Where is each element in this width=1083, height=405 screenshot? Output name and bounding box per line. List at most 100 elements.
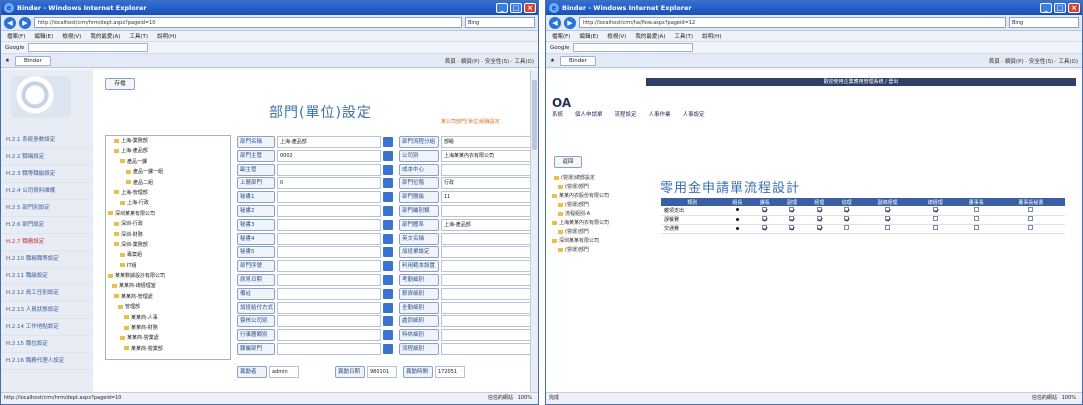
form-field-input[interactable] (277, 246, 381, 259)
form-field-input[interactable] (277, 163, 381, 176)
maximize-button[interactable]: □ (1054, 3, 1066, 13)
form-field-input[interactable] (441, 260, 537, 273)
picker-button[interactable] (383, 150, 393, 161)
tree-node[interactable]: 上海-行政 (106, 198, 230, 208)
form-field-label[interactable]: 隸屬部門 (237, 343, 275, 355)
close-button[interactable]: × (1068, 3, 1080, 13)
form-field-input[interactable]: 0002 (277, 149, 381, 162)
form-field-label[interactable]: 秘書1 (237, 191, 275, 204)
top-menu-item[interactable]: 流程設定 (615, 110, 637, 118)
picker-button[interactable] (383, 233, 393, 244)
form-field-label[interactable]: 秘書3 (237, 218, 275, 231)
tree-node[interactable]: (營運)部門 (550, 246, 644, 255)
approval-checkbox[interactable] (1028, 216, 1034, 221)
form-field-label[interactable]: 上層部門 (237, 177, 275, 190)
picker-button[interactable] (383, 192, 393, 203)
tree-node[interactable]: (營運)總部設定 (550, 174, 644, 183)
form-field-input[interactable]: 上海-產品部 (441, 218, 537, 231)
tree-node[interactable]: 某某商-營業部 (106, 344, 230, 354)
menu-favorites[interactable]: 我的最愛(A) (90, 32, 120, 40)
form-field-input[interactable] (277, 274, 381, 286)
form-field-label[interactable]: 行事曆類別 (237, 329, 275, 342)
form-field-label[interactable]: 部門層級 (399, 191, 439, 204)
right-search-input[interactable]: Bing (1009, 17, 1079, 28)
approval-checkbox[interactable] (932, 216, 938, 221)
form-field-input[interactable]: 上海某某內衣有限公司 (441, 149, 537, 162)
favorites-star-icon[interactable]: ★ (5, 58, 10, 64)
sidebar-menu-item[interactable]: H.2.3 職等職級設定 (1, 166, 93, 183)
form-field-input[interactable] (277, 315, 381, 328)
picker-button[interactable] (383, 330, 393, 341)
form-field-label[interactable]: 部門位階 (399, 177, 439, 190)
form-field-input[interactable]: 0 (277, 177, 381, 190)
form-field-input[interactable] (441, 287, 537, 300)
form-field-input[interactable] (441, 163, 537, 176)
tree-node[interactable]: 某某商-財務 (106, 323, 230, 333)
tree-node[interactable]: (營運)部門 (550, 183, 644, 192)
form-field-input[interactable]: 11 (441, 191, 537, 204)
form-field-label[interactable]: 副主管 (237, 163, 275, 176)
approval-checkbox[interactable] (885, 206, 891, 212)
sidebar-menu-item[interactable]: H.2.12 員工任別設定 (1, 285, 93, 302)
tree-node[interactable]: 某某數據設計有限公司 (106, 271, 230, 281)
minimize-button[interactable]: _ (1040, 3, 1052, 13)
menu-file[interactable]: 檔案(F) (552, 32, 570, 40)
sidebar-menu-item[interactable]: H.2.13 人員狀態設定 (1, 302, 93, 319)
back-arrow-icon[interactable]: ◀ (4, 16, 16, 29)
picker-button[interactable] (383, 344, 393, 354)
form-field-input[interactable] (441, 246, 537, 259)
back-arrow-icon[interactable]: ◀ (549, 16, 561, 29)
form-field-label[interactable]: 公司別 (399, 149, 439, 162)
approval-checkbox[interactable] (973, 206, 979, 212)
approval-checkbox[interactable] (885, 216, 891, 221)
form-field-input[interactable] (277, 232, 381, 245)
menu-help[interactable]: 說明(H) (702, 32, 721, 40)
form-field-input[interactable] (277, 287, 381, 300)
approval-checkbox[interactable] (844, 216, 850, 221)
tree-node[interactable]: 某某商-總經理室 (106, 281, 230, 291)
approval-checkbox[interactable] (885, 225, 891, 230)
tree-node[interactable]: 上海-業務部 (106, 136, 230, 146)
picker-button[interactable] (383, 219, 393, 230)
left-zoom[interactable]: 100% (518, 395, 532, 401)
form-field-label[interactable]: 部門體系 (399, 218, 439, 231)
approval-checkbox[interactable] (762, 216, 768, 221)
right-tab-tools[interactable]: 首頁 · 網頁(P) · 安全性(S) · 工具(O) (989, 57, 1078, 65)
approval-checkbox[interactable] (932, 206, 938, 212)
picker-button[interactable] (383, 288, 393, 299)
sidebar-menu-item[interactable]: H.2.6 部門設定 (1, 217, 93, 234)
form-field-label[interactable]: 流程細別 (399, 343, 439, 355)
approval-checkbox[interactable] (762, 206, 768, 212)
form-field-input[interactable] (441, 315, 537, 328)
form-field-input[interactable] (441, 301, 537, 314)
tree-node[interactable]: 深圳某某有限公司 (106, 209, 230, 219)
sidebar-menu-item[interactable]: H.2.16 職務代理人設定 (1, 353, 93, 370)
right-tab-binder[interactable]: Binder (559, 55, 596, 66)
tree-node[interactable]: 深圳-財務 (106, 230, 230, 240)
approval-checkbox[interactable] (1028, 225, 1034, 230)
form-field-label[interactable]: 全勤細別 (399, 301, 439, 314)
approval-checkbox[interactable] (789, 225, 795, 230)
favorites-star-icon[interactable]: ★ (550, 58, 555, 64)
sidebar-menu-item[interactable]: H.2.14 工作地點設定 (1, 319, 93, 336)
form-field-input[interactable]: 上海-產品部 (277, 136, 381, 148)
sidebar-menu-item[interactable]: H.2.15 職位設定 (1, 336, 93, 353)
forward-arrow-icon[interactable]: ▶ (564, 16, 576, 29)
form-field-label[interactable]: 英文名稱 (399, 232, 439, 245)
tree-node[interactable]: 某某內衣股份有限公司 (550, 192, 644, 201)
picker-button[interactable] (383, 178, 393, 189)
form-field-input[interactable] (277, 205, 381, 217)
left-tab-binder[interactable]: Binder (14, 55, 51, 66)
approval-checkbox[interactable] (973, 225, 979, 230)
form-field-label[interactable]: 秘書5 (237, 246, 275, 259)
menu-edit[interactable]: 編輯(E) (34, 32, 53, 40)
forward-arrow-icon[interactable]: ▶ (19, 16, 31, 29)
picker-button[interactable] (383, 302, 393, 313)
save-button[interactable]: 存檔 (105, 78, 135, 90)
tree-node[interactable]: 管理部 (106, 302, 230, 312)
menu-view[interactable]: 檢視(V) (607, 32, 626, 40)
tree-node[interactable]: 流程組別-A (550, 210, 644, 219)
sidebar-menu-item[interactable]: H.2.2 職稱設定 (1, 149, 93, 166)
tree-node[interactable]: 深圳-行政 (106, 219, 230, 229)
approval-checkbox[interactable] (932, 225, 938, 230)
